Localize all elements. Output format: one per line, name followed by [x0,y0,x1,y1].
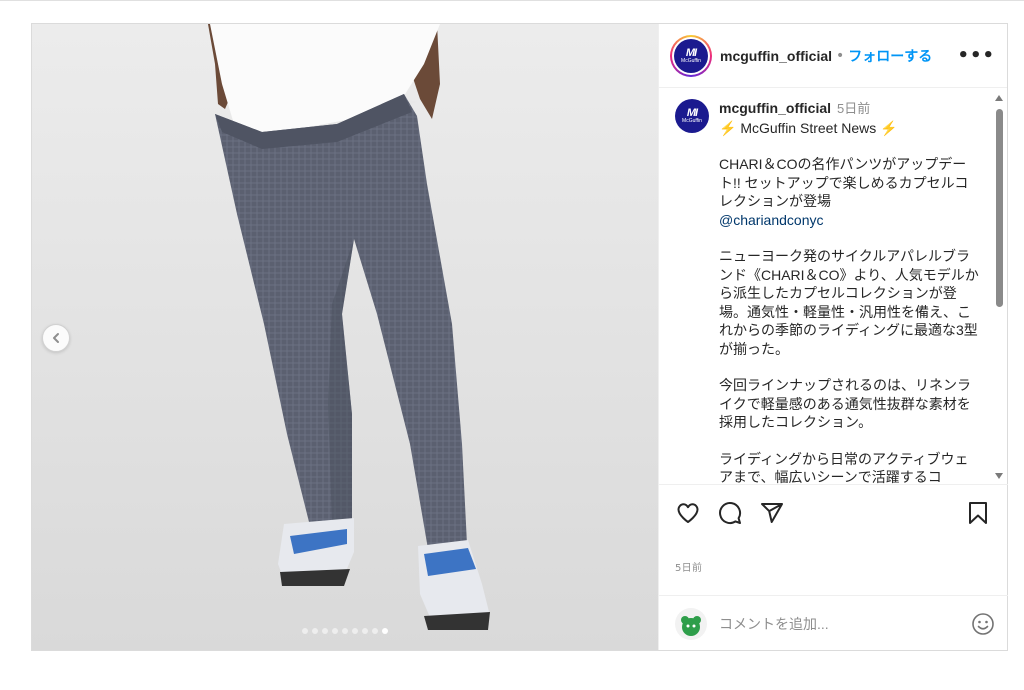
carousel-dot-active [382,628,388,634]
lightning-icon: ⚡ [719,119,737,136]
product-photo [32,24,658,650]
carousel-dot [302,628,308,634]
avatar: MI McGuffin [674,38,708,73]
carousel-dot [332,628,338,634]
share-button[interactable] [759,500,785,526]
top-divider [0,0,1024,1]
carousel-dot [342,628,348,634]
bookmark-icon [969,502,987,524]
chevron-left-icon [50,329,62,348]
caption-avatar[interactable]: MI McGuffin [675,99,709,133]
more-options-button[interactable]: ••• [957,45,995,66]
caption-time: 5日前 [837,101,871,116]
caption-paragraph: ニューヨーク発のサイクルアパレルブランド《CHARI＆CO》より、人気モデルから… [719,248,979,357]
scroll-up-arrow[interactable] [995,95,1003,101]
caption-paragraph: ライディングから日常のアクティブウェアまで、幅広いシーンで活躍するコ [719,450,969,485]
more-icon: ••• [957,45,995,66]
share-icon [761,503,783,523]
brand-logo: MI [685,46,697,59]
header-username[interactable]: mcguffin_official [720,48,832,64]
brand-logo-word: McGuffin [681,57,701,64]
scrollbar-thumb[interactable] [996,109,1003,307]
caption-body: mcguffin_official 5日前 ⚡ McGuffin Street N… [719,99,981,484]
carousel-dot [362,628,368,634]
carousel-dot [312,628,318,634]
caption-scrollbar[interactable] [993,89,1005,483]
mention-link[interactable]: @chariandconyc [719,211,981,230]
carousel-dot [352,628,358,634]
action-bar [675,499,995,527]
emoji-icon [972,612,994,635]
emoji-button[interactable] [970,611,996,637]
carousel-indicator [32,628,658,634]
user-avatar-icon [681,615,701,636]
comment-bar [659,595,1008,651]
caption-username[interactable]: mcguffin_official [719,100,831,116]
comment-button[interactable] [717,500,743,526]
carousel-dot [372,628,378,634]
post-modal: MI McGuffin mcguffin_official • フォローする •… [31,23,1008,651]
like-button[interactable] [675,500,701,526]
comment-input[interactable] [719,615,939,632]
caption-scroll-area[interactable]: MI McGuffin mcguffin_official 5日前 ⚡ McGuf… [659,89,1008,484]
post-actions-area: 5日前 [659,484,1008,650]
lightning-icon: ⚡ [880,119,898,136]
post-sidebar: MI McGuffin mcguffin_official • フォローする •… [658,24,1008,650]
carousel-dot [322,628,328,634]
caption-paragraph: CHARI＆COの名作パンツがアップデート!! セットアップで楽しめるカプセルコ… [719,156,969,209]
caption-paragraph: 今回ラインナップされるのは、リネンライクで軽量感のある通気性抜群な素材を採用した… [719,377,971,430]
caption: MI McGuffin mcguffin_official 5日前 ⚡ McGuf… [675,99,993,484]
post-timestamp: 5日前 [675,563,703,574]
post-media[interactable] [32,24,658,650]
user-avatar[interactable] [675,607,707,640]
save-button[interactable] [965,500,991,526]
post-header: MI McGuffin mcguffin_official • フォローする •… [659,24,1007,88]
header-separator: • [836,47,845,64]
comment-icon [719,502,742,524]
previous-image-button[interactable] [42,324,70,352]
caption-title: ⚡ McGuffin Street News ⚡ [719,119,898,136]
follow-button[interactable]: フォローする [848,46,932,66]
scroll-down-arrow[interactable] [995,473,1003,479]
heart-icon [677,503,699,523]
avatar-story-ring[interactable]: MI McGuffin [670,34,712,77]
